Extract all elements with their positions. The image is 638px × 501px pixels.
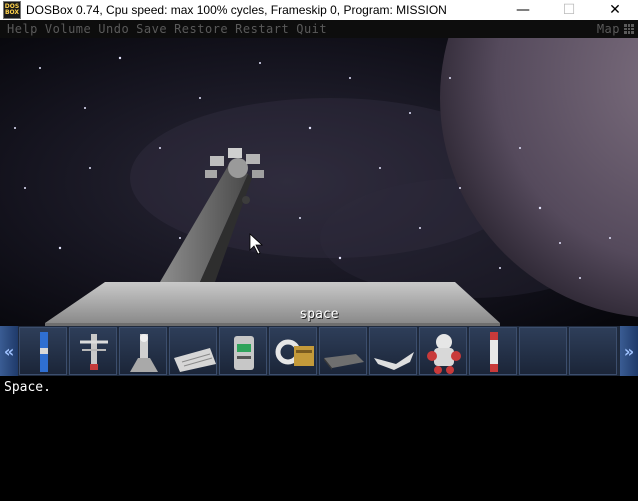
menu-restore[interactable]: Restore <box>174 22 228 36</box>
empty-slot[interactable] <box>569 327 617 375</box>
space-scene-graphic <box>0 38 638 326</box>
minimize-button[interactable]: — <box>500 0 546 20</box>
paper-sheet-icon[interactable] <box>169 327 217 375</box>
game-scene[interactable]: space <box>0 38 638 326</box>
menu-help[interactable]: Help <box>7 22 38 36</box>
map-grid-icon <box>624 24 634 34</box>
menu-volume[interactable]: Volume <box>45 22 91 36</box>
menu-save[interactable]: Save <box>136 22 167 36</box>
map-label: Map <box>596 22 620 36</box>
menu-undo[interactable]: Undo <box>98 22 129 36</box>
close-button[interactable]: ✕ <box>592 0 638 20</box>
tape-device-icon[interactable] <box>269 327 317 375</box>
flat-plate-icon[interactable] <box>319 327 367 375</box>
map-button[interactable]: Map <box>597 20 634 38</box>
inventory-slots <box>18 326 620 376</box>
inventory-bar: « » <box>0 326 638 376</box>
astronaut-robot-icon[interactable] <box>419 327 467 375</box>
game-menu-bar: Help Volume Undo Save Restore Restart Qu… <box>0 20 638 38</box>
empty-slot[interactable] <box>519 327 567 375</box>
container-canister-icon[interactable] <box>219 327 267 375</box>
location-label: space <box>299 307 339 322</box>
dosbox-app-icon[interactable]: DOS BOX <box>3 1 21 19</box>
radio-antenna-icon[interactable] <box>69 327 117 375</box>
maximize-button[interactable]: ☐ <box>546 0 592 20</box>
menu-restart[interactable]: Restart <box>235 22 289 36</box>
red-white-rod-icon[interactable] <box>469 327 517 375</box>
inventory-scroll-left-button[interactable]: « <box>0 326 18 376</box>
window-title: DOSBox 0.74, Cpu speed: max 100% cycles,… <box>26 3 447 17</box>
message-area: Space. <box>0 376 638 501</box>
blue-rod-icon[interactable] <box>19 327 67 375</box>
folded-cloth-icon[interactable] <box>369 327 417 375</box>
message-text: Space. <box>4 380 51 395</box>
menu-quit[interactable]: Quit <box>296 22 327 36</box>
grappling-device-icon[interactable] <box>119 327 167 375</box>
window-titlebar: DOS BOX DOSBox 0.74, Cpu speed: max 100%… <box>0 0 638 20</box>
inventory-scroll-right-button[interactable]: » <box>620 326 638 376</box>
window-controls: — ☐ ✕ <box>500 0 638 20</box>
